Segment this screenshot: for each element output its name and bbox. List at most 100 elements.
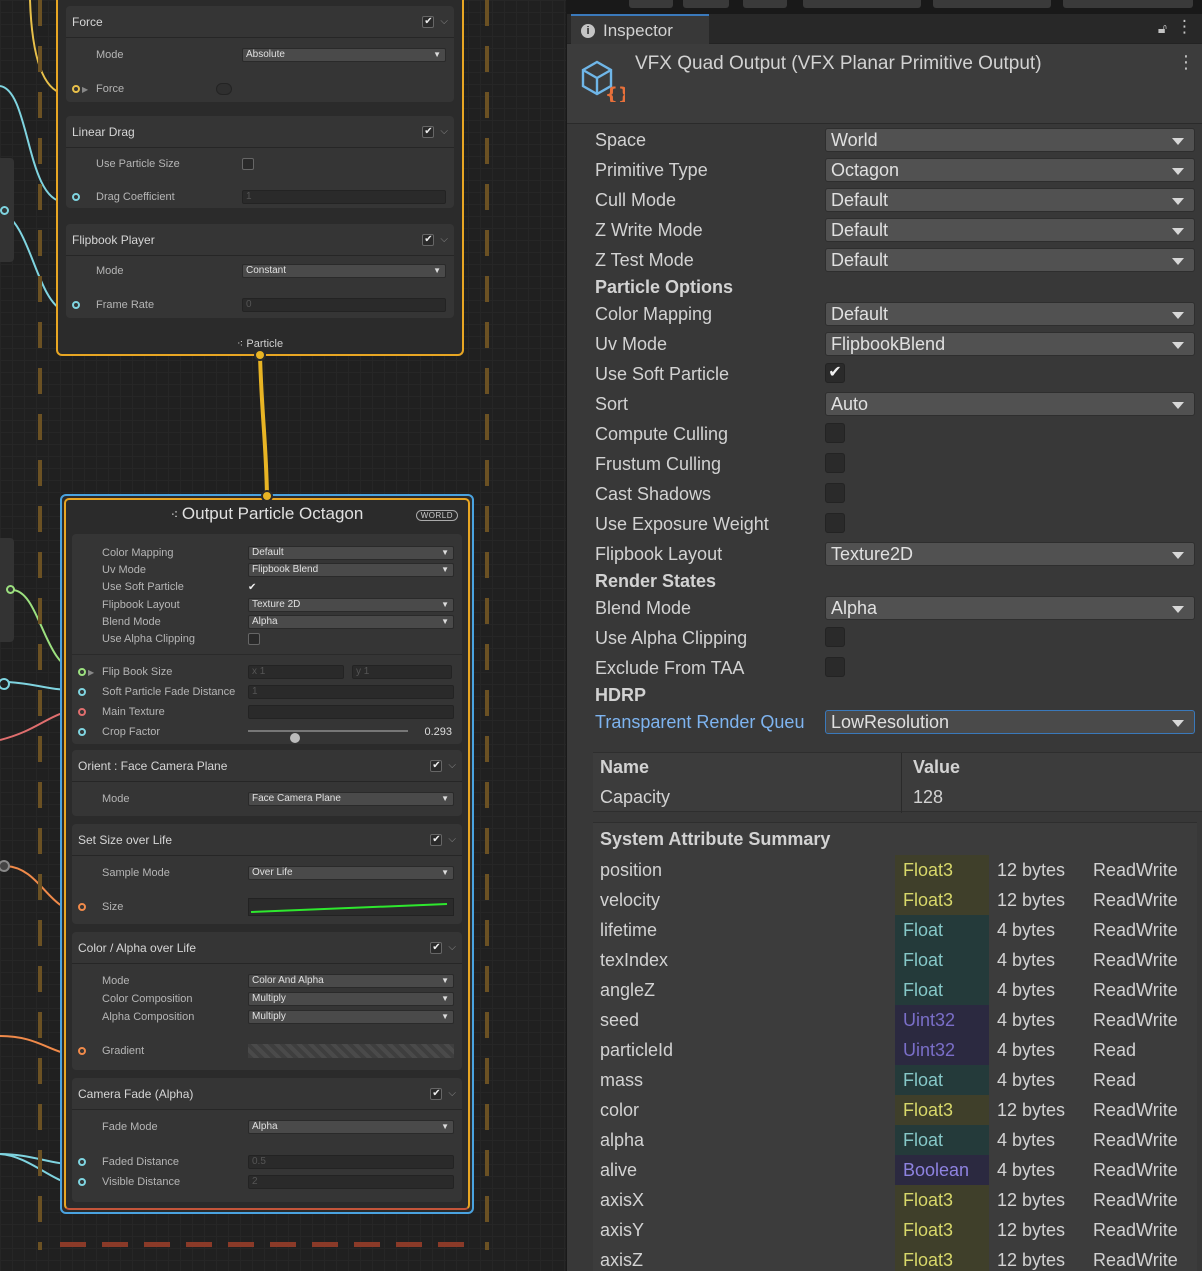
input-port[interactable] — [78, 903, 86, 911]
block-header[interactable]: Set Size over Life ✔ ⌵ — [72, 824, 462, 856]
block-set-size-over-life[interactable]: Set Size over Life ✔ ⌵ Sample Mode Over Lif… — [72, 824, 462, 924]
exclude-from-taa-checkbox[interactable] — [825, 657, 845, 677]
block-header[interactable]: Color / Alpha over Life ✔ ⌵ — [72, 932, 462, 964]
output-context[interactable]: ⁖ Output Particle Octagon WORLD Color Ma… — [60, 494, 474, 1214]
use-soft-particle-checkbox[interactable]: ✔ — [248, 582, 256, 593]
crop-factor-slider[interactable] — [248, 730, 408, 743]
mode-dropdown[interactable]: Constant — [242, 264, 446, 278]
block-enabled-checkbox[interactable]: ✔ — [430, 759, 443, 772]
drag-coefficient-field[interactable]: 1 — [242, 190, 446, 204]
chevron-down-icon[interactable]: ⌵ — [448, 942, 456, 953]
primitive-type-dropdown[interactable]: Octagon — [825, 158, 1195, 182]
space-toggle[interactable] — [216, 83, 232, 95]
faded-distance-field[interactable]: 0.5 — [248, 1155, 454, 1169]
transparent-render-queu-dropdown[interactable]: LowResolution — [825, 710, 1195, 734]
block-enabled-checkbox[interactable]: ✔ — [422, 15, 435, 28]
mode-dropdown[interactable]: Absolute — [242, 48, 446, 62]
block-header[interactable]: Linear Drag ✔ ⌵ — [66, 116, 454, 148]
use-alpha-clipping-checkbox[interactable] — [825, 627, 845, 647]
offscreen-port[interactable] — [0, 206, 9, 215]
block-linear-drag[interactable]: Linear Drag ✔ ⌵ Use Particle Size Drag Co… — [66, 116, 454, 208]
toolbar-button[interactable] — [933, 0, 1051, 8]
crop-factor-value[interactable]: 0.293 — [424, 726, 452, 738]
chevron-down-icon[interactable]: ⌵ — [440, 126, 448, 137]
color-mapping-dropdown[interactable]: Default — [825, 302, 1195, 326]
block-header[interactable]: Force ✔ ⌵ — [66, 6, 454, 38]
frame-rate-field[interactable]: 0 — [242, 298, 446, 312]
cast-shadows-checkbox[interactable] — [825, 483, 845, 503]
input-port[interactable] — [78, 708, 86, 716]
toolbar-button[interactable] — [803, 0, 921, 8]
block-enabled-checkbox[interactable]: ✔ — [430, 941, 443, 954]
vfx-graph-view[interactable]: Force ✔ ⌵ Mode Absolute ▶ Force Linear Dr… — [0, 0, 566, 1271]
soft-particle-fade-distance-field[interactable]: 1 — [248, 685, 454, 699]
input-port[interactable] — [78, 688, 86, 696]
sample-mode-dropdown[interactable]: Over Life — [248, 866, 454, 880]
input-port[interactable] — [78, 668, 86, 676]
fade-mode-dropdown[interactable]: Alpha — [248, 1120, 454, 1134]
chevron-down-icon[interactable]: ⌵ — [448, 1088, 456, 1099]
space-dropdown[interactable]: World — [825, 128, 1195, 152]
flow-input-port[interactable] — [261, 490, 273, 502]
flipbook-size-x-field[interactable]: x 1 — [248, 665, 344, 679]
visible-distance-field[interactable]: 2 — [248, 1175, 454, 1189]
toolbar-button[interactable] — [1063, 0, 1193, 8]
input-port[interactable] — [72, 301, 80, 309]
update-context[interactable]: Force ✔ ⌵ Mode Absolute ▶ Force Linear Dr… — [56, 0, 464, 356]
toolbar-button[interactable] — [743, 0, 787, 8]
kebab-menu-icon[interactable]: ⋮ — [1176, 17, 1193, 37]
block-enabled-checkbox[interactable]: ✔ — [422, 233, 435, 246]
slider-thumb[interactable] — [289, 733, 300, 743]
z-test-mode-dropdown[interactable]: Default — [825, 248, 1195, 272]
orient-mode-dropdown[interactable]: Face Camera Plane — [248, 792, 454, 806]
block-header[interactable]: Orient : Face Camera Plane ✔ ⌵ — [72, 750, 462, 782]
chevron-down-icon[interactable]: ⌵ — [440, 234, 448, 245]
blend-mode-dropdown[interactable]: Alpha — [248, 614, 454, 629]
kebab-menu-icon[interactable]: ⋮ — [1177, 52, 1195, 73]
cull-mode-dropdown[interactable]: Default — [825, 188, 1195, 212]
block-flipbook-player[interactable]: Flipbook Player ✔ ⌵ Mode Constant Frame R… — [66, 224, 454, 318]
gradient-field[interactable] — [248, 1044, 454, 1058]
input-port[interactable] — [78, 728, 86, 736]
blend-mode-dropdown[interactable]: Alpha — [825, 596, 1195, 620]
lock-icon[interactable]: 🔓︎ — [1158, 20, 1167, 37]
uv-mode-dropdown[interactable]: Flipbook Blend — [248, 562, 454, 577]
color-composition-dropdown[interactable]: Multiply — [248, 992, 454, 1006]
flipbook-layout-dropdown[interactable]: Texture2D — [825, 542, 1195, 566]
block-enabled-checkbox[interactable]: ✔ — [430, 1087, 443, 1100]
block-color-alpha-over-life[interactable]: Color / Alpha over Life ✔ ⌵ Mode Color And … — [72, 932, 462, 1070]
input-port[interactable] — [78, 1178, 86, 1186]
world-space-badge[interactable]: WORLD — [415, 510, 458, 521]
input-port[interactable] — [78, 1158, 86, 1166]
block-header[interactable]: Camera Fade (Alpha) ✔ ⌵ — [72, 1078, 462, 1110]
block-orient[interactable]: Orient : Face Camera Plane ✔ ⌵ Mode Face Ca… — [72, 750, 462, 816]
color-mapping-dropdown[interactable]: Default — [248, 545, 454, 560]
main-texture-field[interactable] — [248, 705, 454, 719]
compute-culling-checkbox[interactable] — [825, 423, 845, 443]
alpha-composition-dropdown[interactable]: Multiply — [248, 1010, 454, 1024]
color-alpha-mode-dropdown[interactable]: Color And Alpha — [248, 974, 454, 988]
sort-dropdown[interactable]: Auto — [825, 392, 1195, 416]
toolbar-button[interactable] — [683, 0, 729, 8]
block-force[interactable]: Force ✔ ⌵ Mode Absolute ▶ Force — [66, 6, 454, 102]
block-enabled-checkbox[interactable]: ✔ — [422, 125, 435, 138]
use-particle-size-checkbox[interactable] — [242, 158, 254, 170]
size-curve-field[interactable] — [248, 898, 454, 916]
use-alpha-clipping-checkbox[interactable] — [248, 633, 260, 646]
input-port[interactable] — [72, 85, 80, 93]
offscreen-port[interactable] — [6, 585, 15, 594]
block-camera-fade[interactable]: Camera Fade (Alpha) ✔ ⌵ Fade Mode Alpha Fad… — [72, 1078, 462, 1202]
chevron-down-icon[interactable]: ⌵ — [440, 16, 448, 27]
expand-arrow-icon[interactable]: ▶ — [88, 668, 94, 677]
toolbar-button[interactable] — [629, 0, 673, 8]
flipbook-layout-dropdown[interactable]: Texture 2D — [248, 597, 454, 612]
chevron-down-icon[interactable]: ⌵ — [448, 834, 456, 845]
use-exposure-weight-checkbox[interactable] — [825, 513, 845, 533]
uv-mode-dropdown[interactable]: FlipbookBlend — [825, 332, 1195, 356]
flipbook-size-y-field[interactable]: y 1 — [352, 665, 452, 679]
block-header[interactable]: Flipbook Player ✔ ⌵ — [66, 224, 454, 256]
expand-arrow-icon[interactable]: ▶ — [82, 85, 88, 94]
chevron-down-icon[interactable]: ⌵ — [448, 760, 456, 771]
column-divider[interactable] — [901, 753, 902, 813]
input-port[interactable] — [78, 1047, 86, 1055]
